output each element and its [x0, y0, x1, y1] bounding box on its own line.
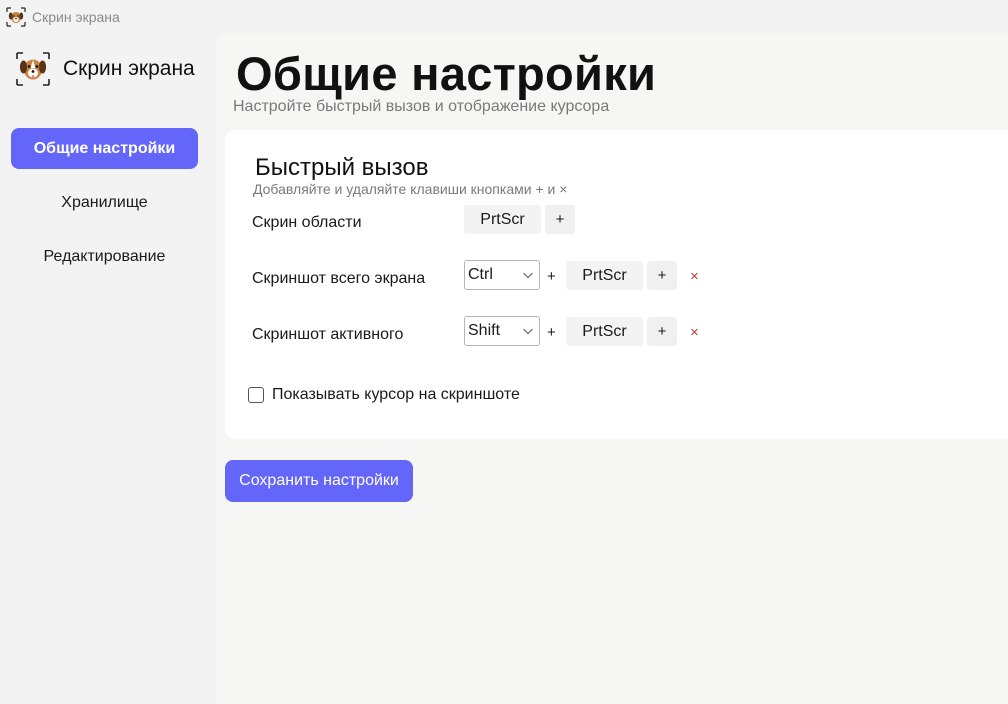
save-settings-label: Сохранить настройки: [239, 472, 399, 489]
sidebar-item-label: Общие настройки: [33, 139, 176, 157]
modifier-select[interactable]: Ctrl: [464, 260, 540, 290]
sidebar-item-label: Редактирование: [43, 247, 166, 265]
key-separator: +: [547, 268, 556, 285]
hotkeys-card: Быстрый вызов Добавляйте и удаляйте клав…: [225, 130, 1008, 439]
add-key-button[interactable]: +: [647, 317, 677, 346]
brand: Скрин экрана: [16, 52, 195, 86]
remove-key-button[interactable]: ×: [690, 268, 699, 285]
keycap-prtscr: PrtScr: [464, 205, 541, 234]
show-cursor-label: Показывать курсор на скриншоте: [272, 386, 520, 403]
sidebar-item-general[interactable]: Общие настройки: [11, 128, 198, 169]
sidebar: Скрин экрана Общие настройки Хранилище Р…: [0, 34, 216, 704]
sidebar-item-editing[interactable]: Редактирование: [11, 236, 198, 277]
key-separator: +: [547, 324, 556, 341]
section-hint: Добавляйте и удаляйте клавиши кнопками +…: [253, 181, 568, 197]
title-bar: Скрин экрана: [0, 0, 1008, 34]
remove-key-button[interactable]: ×: [690, 324, 699, 341]
page-title: Общие настройки: [236, 47, 657, 100]
show-cursor-option[interactable]: Показывать курсор на скриншоте: [248, 386, 520, 404]
page-subtitle: Настройте быстрый вызов и отображение ку…: [233, 98, 610, 115]
window-title: Скрин экрана: [32, 9, 120, 25]
hotkey-label-area: Скрин области: [252, 214, 362, 231]
keycap-prtscr: PrtScr: [566, 261, 643, 290]
show-cursor-checkbox[interactable]: [248, 387, 264, 403]
sidebar-item-storage[interactable]: Хранилище: [11, 182, 198, 223]
section-title: Быстрый вызов: [255, 154, 429, 181]
add-key-button[interactable]: +: [647, 261, 677, 290]
main-content: Общие настройки Настройте быстрый вызов …: [216, 34, 1008, 704]
modifier-select-value: Ctrl: [468, 266, 493, 283]
hotkey-label-fullscreen: Скриншот всего экрана: [252, 270, 426, 287]
chevron-down-icon: [523, 272, 533, 279]
sidebar-item-label: Хранилище: [61, 193, 148, 211]
modifier-select[interactable]: Shift: [464, 316, 540, 346]
chevron-down-icon: [523, 328, 533, 335]
dog-logo-icon: [6, 7, 26, 27]
dog-logo-icon: [16, 52, 50, 86]
brand-name: Скрин экрана: [63, 57, 195, 80]
add-key-button[interactable]: +: [545, 205, 575, 234]
modifier-select-value: Shift: [468, 322, 501, 339]
hotkey-label-active: Скриншот активного: [252, 326, 404, 343]
save-settings-button[interactable]: Сохранить настройки: [225, 460, 413, 502]
keycap-prtscr: PrtScr: [566, 317, 643, 346]
